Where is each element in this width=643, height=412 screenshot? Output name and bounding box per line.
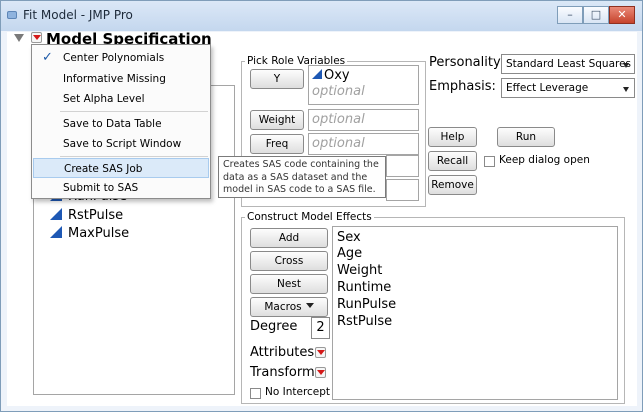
menu-item-informative-missing[interactable]: Informative Missing [33,69,209,89]
menu-item-save-to-data-table[interactable]: Save to Data Table [33,114,209,134]
attributes-menu-icon[interactable] [315,347,326,358]
red-triangle-menu-icon[interactable] [31,32,42,43]
y-button[interactable]: Y [250,69,304,89]
menu-item-set-alpha-level[interactable]: Set Alpha Level [33,89,209,109]
effect-item[interactable]: RstPulse [337,314,392,330]
y-role-value: Oxy [312,68,418,84]
no-intercept-checkbox[interactable] [250,388,261,399]
personality-label: Personality: [429,55,505,70]
validation-role-box[interactable] [386,155,419,177]
maximize-button[interactable]: □ [583,6,609,24]
effect-item[interactable]: Weight [337,263,382,279]
transform-label: Transform [250,365,315,380]
no-intercept-label: No Intercept [265,386,331,398]
recall-button[interactable]: Recall [428,151,477,171]
remove-button[interactable]: Remove [428,175,477,195]
effect-item[interactable]: Age [337,246,362,262]
menu-item-submit-to-sas[interactable]: Submit to SAS [33,178,209,198]
fit-model-window: Fit Model - JMP Pro – □ ✕ Model Specific… [0,0,643,412]
menu-item-center-polynomials[interactable]: ✓ Center Polynomials [33,48,209,68]
freq-role-box[interactable]: optional numeric [308,133,419,171]
chevron-down-icon [305,303,314,308]
window-title: Fit Model - JMP Pro [23,8,133,22]
construct-model-effects-label: Construct Model Effects [245,210,374,224]
model-effects-list[interactable]: Sex Age Weight Runtime RunPulse RstPulse [332,226,618,400]
degree-label: Degree [250,319,298,334]
weight-button[interactable]: Weight [250,110,304,130]
freq-button[interactable]: Freq [250,134,304,154]
attributes-label: Attributes [250,345,315,360]
continuous-column-icon [50,208,62,220]
column-item[interactable]: MaxPulse [50,225,129,243]
create-sas-job-tooltip: Creates SAS code containing the data as … [218,156,386,198]
chevron-down-icon [623,87,629,92]
menu-separator [60,111,208,112]
title-bar[interactable]: Fit Model - JMP Pro – □ ✕ [1,1,642,31]
red-triangle-popup-menu: ✓ Center Polynomials Informative Missing … [31,44,211,199]
y-role-box[interactable]: Oxy optional [308,65,419,105]
macros-button[interactable]: Macros [250,297,328,317]
cross-button[interactable]: Cross [250,251,328,271]
weight-role-box[interactable]: optional numeric [308,109,419,147]
menu-item-create-sas-job[interactable]: Create SAS Job [33,158,209,178]
checkmark-icon: ✓ [42,50,53,65]
nest-button[interactable]: Nest [250,274,328,294]
emphasis-select[interactable]: Effect Leverage [501,78,635,98]
degree-input[interactable]: 2 [311,317,330,339]
outline-disclosure-icon[interactable] [14,34,24,42]
chevron-down-icon [623,63,629,68]
help-button[interactable]: Help [428,127,477,147]
close-button[interactable]: ✕ [609,6,635,24]
effect-item[interactable]: Sex [337,230,361,246]
app-icon [7,11,17,19]
personality-select[interactable]: Standard Least Squares [501,54,635,74]
column-item[interactable]: RstPulse [50,207,123,225]
menu-separator [60,156,208,157]
y-role-placeholder: optional [312,84,365,99]
add-button[interactable]: Add [250,228,328,248]
minimize-button[interactable]: – [557,6,583,24]
emphasis-label: Emphasis: [429,79,496,94]
by-role-box[interactable] [386,179,419,201]
keep-dialog-open-checkbox[interactable] [484,156,495,167]
keep-dialog-open-label: Keep dialog open [499,154,590,166]
continuous-column-icon [312,69,322,79]
effect-item[interactable]: Runtime [337,280,391,296]
continuous-column-icon [50,226,62,238]
effect-item[interactable]: RunPulse [337,297,396,313]
transform-menu-icon[interactable] [315,367,326,378]
run-button[interactable]: Run [497,127,555,147]
menu-item-save-to-script-window[interactable]: Save to Script Window [33,134,209,154]
